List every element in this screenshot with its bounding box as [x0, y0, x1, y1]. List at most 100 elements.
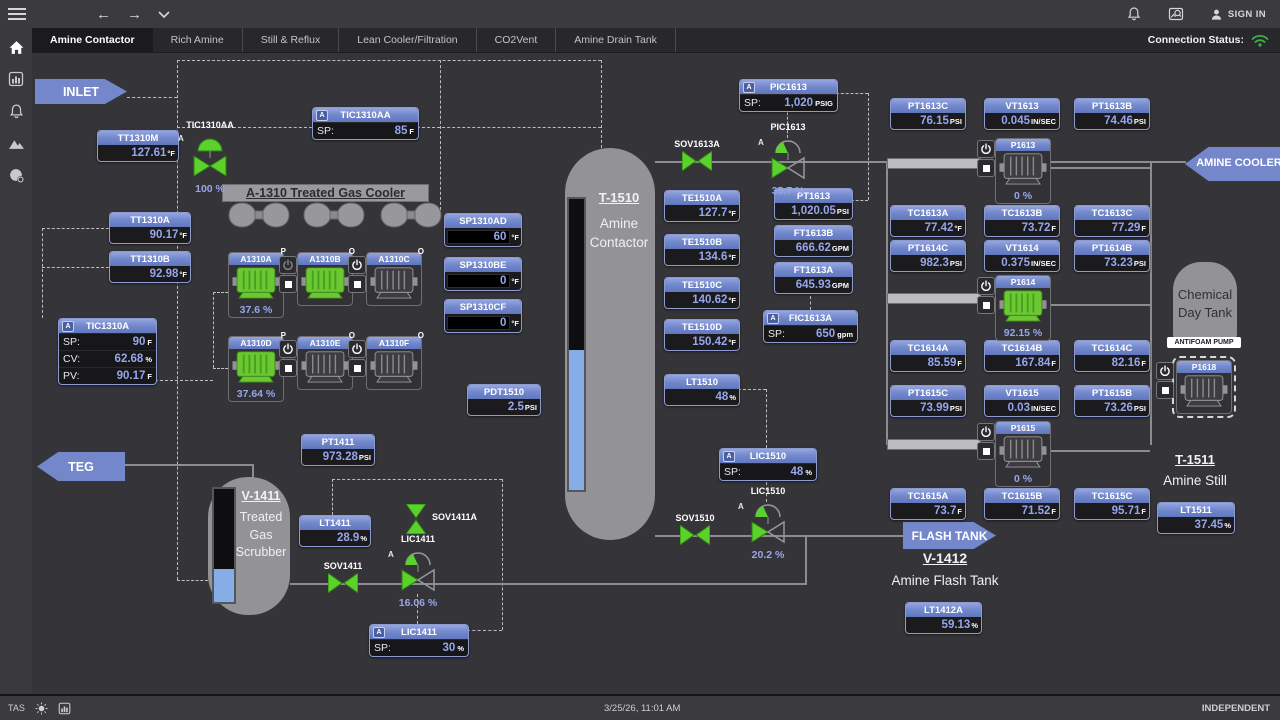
kpi-TC1614C[interactable]: TC1614C82.16F: [1074, 340, 1150, 372]
pump-P1613[interactable]: P16130 %: [995, 138, 1051, 204]
kpi-TC1615A[interactable]: TC1615A73.7F: [890, 488, 966, 520]
tab-rich-amine[interactable]: Rich Amine: [153, 28, 243, 52]
kpi-LT1411[interactable]: LT141128.9%: [299, 515, 371, 547]
motor-A1310B[interactable]: OA1310B: [297, 252, 353, 306]
pump-P1615[interactable]: P16150 %: [995, 421, 1051, 487]
flash-tank-arrow[interactable]: FLASH TANK: [903, 522, 996, 549]
kpi-TT1310A[interactable]: TT1310A90.17°F: [109, 212, 191, 244]
kpi-TE1510A[interactable]: TE1510A127.7°F: [664, 190, 740, 222]
kpi-PT1615B[interactable]: PT1615B73.26PSI: [1074, 385, 1150, 417]
menu-icon[interactable]: [8, 8, 26, 20]
tab-co2vent[interactable]: CO2Vent: [477, 28, 557, 52]
kpi-TE1510D[interactable]: TE1510D150.42°F: [664, 319, 740, 351]
valve-LIC1510[interactable]: LIC1510A20.2 %: [744, 486, 792, 561]
stop-button-P1615[interactable]: [977, 442, 995, 460]
stop-button-P1613[interactable]: [977, 159, 995, 177]
power-button-A1310F[interactable]: [348, 340, 366, 358]
kpi-TC1615B[interactable]: TC1615B71.52F: [984, 488, 1060, 520]
faceplate-TIC1310A[interactable]: ATIC1310ASP:90FCV:62.68%PV:90.17F: [58, 318, 157, 385]
power-button-A1310E[interactable]: [279, 340, 297, 358]
alarms-bell-icon[interactable]: [7, 102, 25, 120]
kpi-TC1613A[interactable]: TC1613A77.42°F: [890, 205, 966, 237]
stop-button-A1310C[interactable]: [348, 275, 366, 293]
power-button-P1614[interactable]: [977, 277, 995, 295]
assets-icon[interactable]: [7, 166, 25, 184]
kpi-TT1310M[interactable]: TT1310M127.61°F: [97, 130, 179, 162]
stop-button-A1310E[interactable]: [279, 359, 297, 377]
graphics-mountain-icon[interactable]: [7, 134, 25, 152]
faceplate-FIC1613A[interactable]: AFIC1613ASP:650gpm: [763, 310, 858, 343]
kpi-input-value[interactable]: 60: [447, 230, 510, 244]
faceplate-TIC1310AA[interactable]: ATIC1310AASP:85F: [312, 107, 419, 140]
kpi-PT1613B[interactable]: PT1613B74.46PSI: [1074, 98, 1150, 130]
motor-A1310C[interactable]: OA1310C: [366, 252, 422, 306]
kpi-TC1614A[interactable]: TC1614A85.59F: [890, 340, 966, 372]
power-button-P1618[interactable]: [1156, 362, 1174, 380]
kpi-TC1613B[interactable]: TC1613B73.72F: [984, 205, 1060, 237]
stop-button-A1310F[interactable]: [348, 359, 366, 377]
row-value[interactable]: 650: [816, 328, 835, 340]
kpi-TE1510B[interactable]: TE1510B134.6°F: [664, 234, 740, 266]
kpi-PT1614B[interactable]: PT1614B73.23PSI: [1074, 240, 1150, 272]
forward-icon[interactable]: →: [127, 6, 142, 23]
kpi-VT1613[interactable]: VT16130.045IN/SEC: [984, 98, 1060, 130]
pump-P1614[interactable]: P161492.15 %: [995, 275, 1051, 341]
inlet-arrow[interactable]: INLET: [35, 79, 127, 104]
kpi-TC1613C[interactable]: TC1613C77.29F: [1074, 205, 1150, 237]
row-value[interactable]: 90: [133, 336, 146, 348]
faceplate-LIC1411[interactable]: ALIC1411SP:30%: [369, 624, 469, 657]
power-button-A1310C[interactable]: [348, 256, 366, 274]
amine-cooler-arrow[interactable]: AMINE COOLER: [1185, 147, 1280, 181]
chevron-down-icon[interactable]: [158, 11, 170, 18]
motor-A1310D[interactable]: PA1310D37.64 %: [228, 336, 284, 402]
kpi-TT1310B[interactable]: TT1310B92.98°F: [109, 251, 191, 283]
valve-TIC1310AA[interactable]: TIC1310AAA100 %: [180, 120, 240, 195]
home-icon[interactable]: [7, 38, 25, 56]
valve-LIC1411[interactable]: LIC1411A16.06 %: [394, 534, 442, 609]
tab-amine-drain-tank[interactable]: Amine Drain Tank: [556, 28, 676, 52]
kpi-PT1613C[interactable]: PT1613C76.15PSI: [890, 98, 966, 130]
kpi-FT1613A[interactable]: FT1613A645.93GPM: [774, 262, 853, 294]
row-value[interactable]: 48: [791, 466, 804, 478]
kpi-PT1411[interactable]: PT1411973.28PSI: [301, 434, 375, 466]
tab-still-reflux[interactable]: Still & Reflux: [243, 28, 340, 52]
motor-A1310E[interactable]: OA1310E: [297, 336, 353, 390]
image-search-icon[interactable]: [1168, 6, 1184, 22]
sign-in-button[interactable]: SIGN IN: [1210, 8, 1266, 21]
tab-amine-contactor[interactable]: Amine Contactor: [32, 28, 153, 52]
kpi-SP1310AD[interactable]: SP1310AD60°F: [444, 213, 522, 247]
valve-SOV1411[interactable]: SOV1411: [318, 561, 368, 598]
faceplate-PIC1613[interactable]: APIC1613SP:1,020PSIG: [739, 79, 838, 112]
kpi-SP1310BE[interactable]: SP1310BE0°F: [444, 257, 522, 291]
back-icon[interactable]: ←: [96, 6, 111, 23]
pump-P1618-antifoam[interactable]: P1618: [1176, 360, 1232, 414]
kpi-PT1614C[interactable]: PT1614C982.3PSI: [890, 240, 966, 272]
teg-arrow[interactable]: TEG: [37, 452, 125, 481]
power-button-A1310B[interactable]: [279, 256, 297, 274]
kpi-input-value[interactable]: 0: [447, 316, 510, 330]
kpi-TE1510C[interactable]: TE1510C140.62°F: [664, 277, 740, 309]
kpi-TC1615C[interactable]: TC1615C95.71F: [1074, 488, 1150, 520]
faceplate-LIC1510[interactable]: ALIC1510SP:48%: [719, 448, 817, 481]
power-button-P1615[interactable]: [977, 423, 995, 441]
kpi-VT1614[interactable]: VT16140.375IN/SEC: [984, 240, 1060, 272]
tab-lean-cooler-filtration[interactable]: Lean Cooler/Filtration: [339, 28, 476, 52]
kpi-LT1510[interactable]: LT151048%: [664, 374, 740, 406]
kpi-LT1511[interactable]: LT151137.45%: [1157, 502, 1235, 534]
row-value[interactable]: 1,020: [784, 97, 813, 109]
kpi-FT1613B[interactable]: FT1613B666.62GPM: [774, 225, 853, 257]
valve-PIC1613[interactable]: PIC1613A35.7 %: [764, 122, 812, 197]
row-value[interactable]: 30: [443, 642, 456, 654]
kpi-PDT1510[interactable]: PDT15102.5PSI: [467, 384, 541, 416]
alarm-bell-icon[interactable]: [1126, 6, 1142, 22]
kpi-input-value[interactable]: 0: [447, 274, 510, 288]
row-value[interactable]: 85: [395, 125, 408, 137]
valve-SOV1613A[interactable]: SOV1613A: [672, 139, 722, 176]
kpi-VT1615[interactable]: VT16150.03IN/SEC: [984, 385, 1060, 417]
power-button-P1613[interactable]: [977, 140, 995, 158]
valve-SOV1510[interactable]: SOV1510: [670, 513, 720, 550]
stop-button-P1618[interactable]: [1156, 381, 1174, 399]
kpi-TC1614B[interactable]: TC1614B167.84F: [984, 340, 1060, 372]
stop-button-P1614[interactable]: [977, 296, 995, 314]
display-brightness-icon[interactable]: [35, 702, 48, 715]
